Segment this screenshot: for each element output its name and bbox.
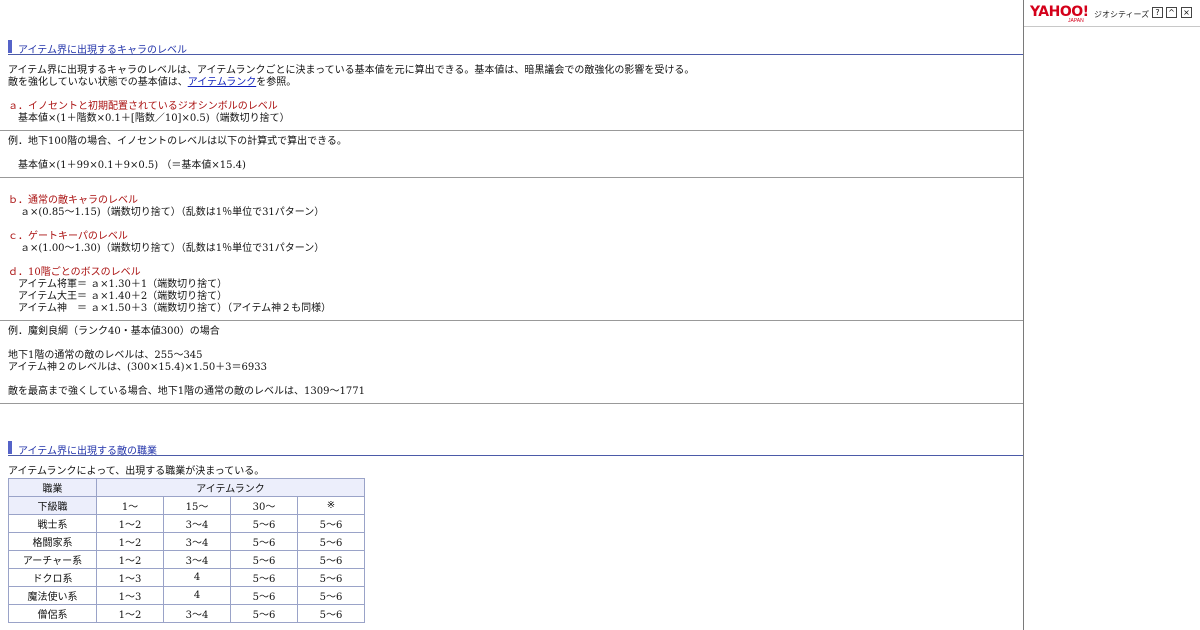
table-cell: 1～3: [96, 568, 164, 587]
th-job: 職業: [8, 478, 97, 497]
job-name: 格闘家系: [8, 532, 97, 551]
subsection-b-title: ｂ．通常の敵キャラのレベル: [8, 195, 138, 206]
th-rank-col: ※: [297, 496, 365, 515]
th-lower-job: 下級職: [8, 496, 97, 515]
th-rank-col: 30～: [230, 496, 298, 515]
job-name: 魔法使い系: [8, 586, 97, 605]
subsection-a-title: ａ．イノセントと初期配置されているジオシンボルのレベル: [8, 101, 278, 112]
table-cell: 1～2: [96, 550, 164, 569]
intro-text-2: 敵を強化していない状態での基本値は、アイテムランクを参照。: [8, 77, 296, 89]
boss-formula-general: アイテム将軍＝ ａ×1.30＋1（端数切り捨て）: [18, 279, 228, 290]
divider: [0, 403, 1023, 404]
table-cell: 1～2: [96, 514, 164, 533]
intro-text-2b: を参照。: [256, 77, 297, 88]
table-cell: 5～6: [297, 532, 365, 551]
job-name: アーチャー系: [8, 550, 97, 569]
table-cell: 1～2: [96, 532, 164, 551]
divider: [0, 320, 1023, 321]
example-1-formula: 基本値×(1＋99×0.1＋9×0.5) （＝基本値×15.4): [18, 160, 246, 171]
subsection-c-formula: ａ×(1.00～1.30)（端数切り捨て）（乱数は1％単位で31パターン）: [20, 243, 325, 254]
chevron-up-icon[interactable]: ^: [1166, 7, 1177, 18]
job-name: 戦士系: [8, 514, 97, 533]
boss-formula-god: アイテム神 ＝ ａ×1.50＋3（端数切り捨て）（アイテム神２も同様）: [18, 303, 332, 314]
th-item-rank: アイテムランク: [96, 478, 365, 497]
table-cell: 5～6: [230, 586, 298, 605]
boss-formula-king: アイテム大王＝ ａ×1.40＋2（端数切り捨て）: [18, 291, 228, 302]
th-rank-col: 1～: [96, 496, 164, 515]
geocities-label[interactable]: ジオシティーズ: [1094, 9, 1149, 20]
table-cell: 1～3: [96, 586, 164, 605]
job-table: 職業 アイテムランク 下級職 1～ 15～ 30～ ※ 戦士系 1～2 3～4 …: [8, 478, 365, 623]
example-2-line-2: アイテム神２のレベルは、(300×15.4)×1.50＋3＝6933: [8, 362, 267, 373]
table-cell: 3～4: [163, 514, 231, 533]
header-bar: [8, 40, 12, 53]
th-rank-col: 15～: [163, 496, 231, 515]
table-row: 戦士系 1～2 3～4 5～6 5～6: [8, 514, 365, 533]
table-cell: 5～6: [297, 604, 365, 623]
item-rank-link[interactable]: アイテムランク: [188, 77, 257, 88]
geocities-banner: YAHOO! JAPAN ジオシティーズ ? ^ ×: [1024, 0, 1200, 27]
header-bar: [8, 441, 12, 454]
table-row: 格闘家系 1～2 3～4 5～6 5～6: [8, 532, 365, 551]
intro-text: アイテム界に出現するキャラのレベルは、アイテムランクごとに決まっている基本値を元…: [8, 65, 695, 76]
close-icon[interactable]: ×: [1181, 7, 1192, 18]
subsection-d-title: ｄ．10階ごとのボスのレベル: [8, 267, 141, 278]
yahoo-logo-sub: JAPAN: [1068, 18, 1084, 24]
divider: [0, 177, 1023, 178]
example-2: 例．魔剣良綱（ランク40・基本値300）の場合: [8, 326, 220, 337]
table-cell: 5～6: [230, 514, 298, 533]
table-cell: 5～6: [297, 550, 365, 569]
table-cell: 4: [163, 568, 231, 587]
subsection-a-formula: 基本値×(1＋階数×0.1＋[階数／10]×0.5)（端数切り捨て）: [18, 113, 290, 124]
example-1: 例．地下100階の場合、イノセントのレベルは以下の計算式で算出できる。: [8, 136, 347, 147]
table-row: ドクロ系 1～3 4 5～6 5～6: [8, 568, 365, 587]
ad-sidebar: YAHOO! JAPAN ジオシティーズ ? ^ ×: [1023, 0, 1200, 630]
section-header-jobs: アイテム界に出現する敵の職業: [8, 441, 1023, 457]
table-cell: 5～6: [230, 550, 298, 569]
table-cell: 5～6: [230, 568, 298, 587]
divider: [0, 130, 1023, 131]
table-row: 魔法使い系 1～3 4 5～6 5～6: [8, 586, 365, 605]
table-row: 僧侶系 1～2 3～4 5～6 5～6: [8, 604, 365, 623]
table-cell: 3～4: [163, 532, 231, 551]
job-name: 僧侶系: [8, 604, 97, 623]
table-row: アーチャー系 1～2 3～4 5～6 5～6: [8, 550, 365, 569]
table-cell: 5～6: [297, 586, 365, 605]
section-title: アイテム界に出現する敵の職業: [18, 446, 157, 457]
table-cell: 3～4: [163, 604, 231, 623]
table-cell: 5～6: [230, 604, 298, 623]
table-cell: 5～6: [297, 568, 365, 587]
example-2-line-1: 地下1階の通常の敵のレベルは、255～345: [8, 350, 203, 361]
content-pane: アイテム界に出現するキャラのレベル アイテム界に出現するキャラのレベルは、アイテ…: [0, 0, 1023, 630]
subsection-c-title: ｃ．ゲートキーパのレベル: [8, 231, 128, 242]
table-cell: 3～4: [163, 550, 231, 569]
jobs-intro: アイテムランクによって、出現する職業が決まっている。: [8, 466, 265, 477]
table-cell: 1～2: [96, 604, 164, 623]
help-icon[interactable]: ?: [1152, 7, 1163, 18]
section-header-level: アイテム界に出現するキャラのレベル: [8, 40, 1023, 56]
intro-text-2a: 敵を強化していない状態での基本値は、: [8, 77, 188, 88]
table-cell: 5～6: [230, 532, 298, 551]
example-2-line-3: 敵を最高まで強くしている場合、地下1階の通常の敵のレベルは、1309～1771: [8, 386, 365, 397]
table-cell: 5～6: [297, 514, 365, 533]
yahoo-logo[interactable]: YAHOO!: [1030, 5, 1089, 19]
table-cell: 4: [163, 586, 231, 605]
section-title: アイテム界に出現するキャラのレベル: [18, 45, 187, 56]
job-name: ドクロ系: [8, 568, 97, 587]
subsection-b-formula: ａ×(0.85～1.15)（端数切り捨て）（乱数は1％単位で31パターン）: [20, 207, 325, 218]
